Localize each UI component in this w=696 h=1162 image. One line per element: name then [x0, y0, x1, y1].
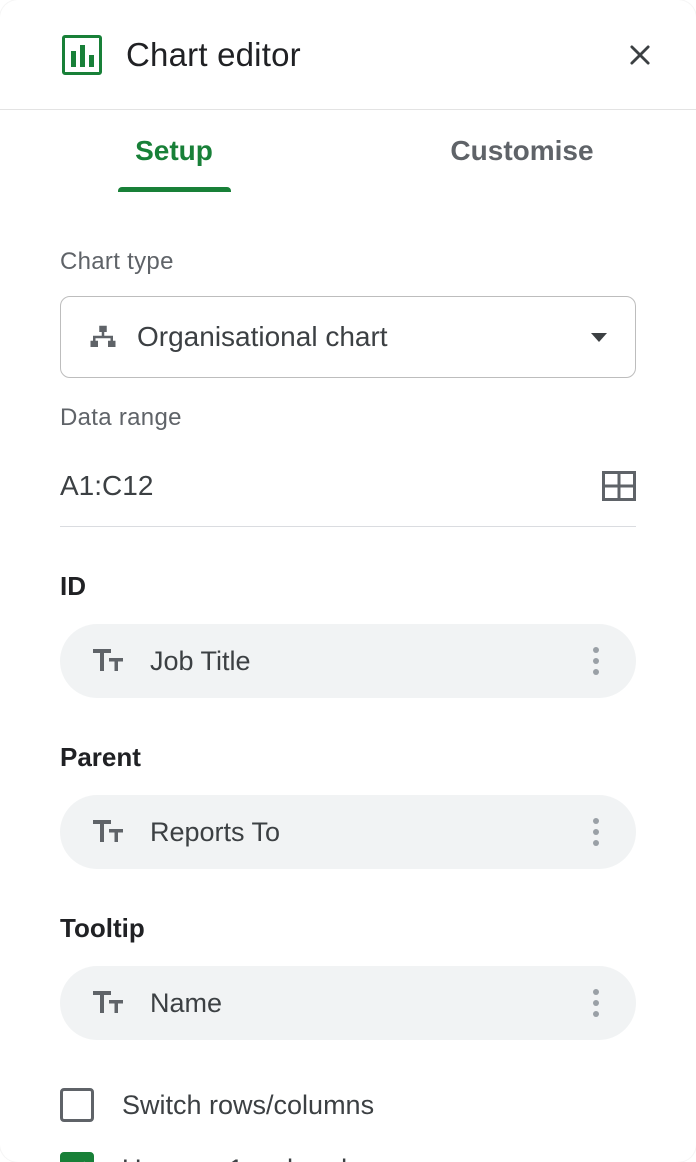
- chevron-down-icon: [591, 333, 607, 342]
- id-field-select[interactable]: Job Title: [60, 624, 636, 698]
- switch-rows-columns-label: Switch rows/columns: [122, 1090, 374, 1121]
- checkbox-checked-icon: [60, 1152, 94, 1162]
- data-range-label: Data range: [60, 404, 636, 432]
- id-heading: ID: [60, 571, 636, 602]
- more-options-icon[interactable]: [584, 818, 608, 846]
- panel-title: Chart editor: [126, 36, 594, 74]
- tooltip-heading: Tooltip: [60, 913, 636, 944]
- text-type-icon: [90, 649, 126, 673]
- use-row1-headers-checkbox[interactable]: Use row 1 as headers: [60, 1152, 636, 1162]
- tabs: Setup Customise: [0, 110, 696, 192]
- parent-field-value: Reports To: [150, 817, 584, 848]
- tab-setup[interactable]: Setup: [0, 110, 348, 192]
- grid-icon: [602, 471, 636, 501]
- chart-type-select[interactable]: Organisational chart: [60, 296, 636, 378]
- parent-field-select[interactable]: Reports To: [60, 795, 636, 869]
- data-range-input[interactable]: A1:C12: [60, 470, 586, 502]
- org-chart-icon: [85, 322, 121, 352]
- chart-editor-panel: Chart editor Setup Customise Chart type …: [0, 0, 696, 1162]
- data-range-row: A1:C12: [60, 452, 636, 527]
- chart-icon: [62, 35, 102, 75]
- parent-heading: Parent: [60, 742, 636, 773]
- setup-content: Chart type Organisational chart Data ran…: [0, 192, 696, 1162]
- chart-type-value: Organisational chart: [137, 321, 591, 353]
- use-row1-headers-label: Use row 1 as headers: [122, 1154, 385, 1162]
- tooltip-field-value: Name: [150, 988, 584, 1019]
- close-button[interactable]: [618, 33, 662, 77]
- tab-customise[interactable]: Customise: [348, 110, 696, 192]
- more-options-icon[interactable]: [584, 647, 608, 675]
- switch-rows-columns-checkbox[interactable]: Switch rows/columns: [60, 1088, 636, 1122]
- text-type-icon: [90, 820, 126, 844]
- text-type-icon: [90, 991, 126, 1015]
- tooltip-field-select[interactable]: Name: [60, 966, 636, 1040]
- id-field-value: Job Title: [150, 646, 584, 677]
- select-range-button[interactable]: [602, 471, 636, 501]
- checkbox-unchecked-icon: [60, 1088, 94, 1122]
- close-icon: [626, 41, 654, 69]
- chart-type-label: Chart type: [60, 248, 636, 276]
- panel-header: Chart editor: [0, 0, 696, 110]
- more-options-icon[interactable]: [584, 989, 608, 1017]
